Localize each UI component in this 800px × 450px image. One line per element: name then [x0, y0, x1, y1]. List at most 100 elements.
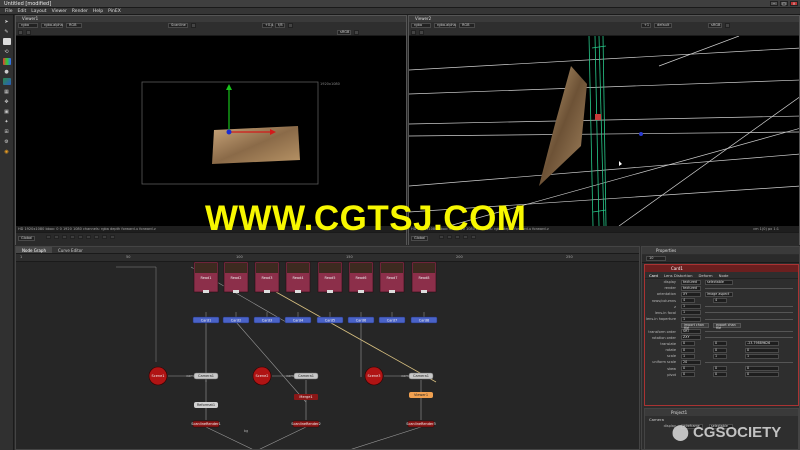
- property-value-field[interactable]: 1: [681, 316, 701, 322]
- viewer-tool-1[interactable]: [18, 30, 23, 35]
- read-node-thumbnail[interactable]: [350, 263, 372, 273]
- property-slider[interactable]: [705, 361, 793, 363]
- property-value-field[interactable]: 0: [745, 347, 779, 353]
- viewer-lock-icon[interactable]: [288, 23, 293, 28]
- property-value-field[interactable]: textured: [681, 279, 701, 285]
- read-node-output-dot[interactable]: [327, 290, 333, 293]
- read-node-output-dot[interactable]: [233, 290, 239, 293]
- property-slider[interactable]: [705, 287, 793, 289]
- play-back-button[interactable]: [70, 235, 75, 239]
- node-graph-canvas[interactable]: Read1 Read2 Read3 Read4 Read5 Read6 Read7 Read8…: [16, 261, 639, 450]
- read-node-thumbnail[interactable]: [413, 263, 435, 273]
- property-value-field[interactable]: 0: [745, 366, 779, 372]
- node-icon[interactable]: ⊞: [3, 128, 11, 135]
- property-value-field[interactable]: 20: [681, 359, 701, 365]
- menu-render[interactable]: Render: [72, 9, 88, 14]
- property-value-field[interactable]: ZXY: [681, 335, 701, 341]
- move-icon[interactable]: ✥: [3, 98, 11, 105]
- read-node-thumbnail[interactable]: [287, 263, 309, 273]
- property-value-field[interactable]: 1: [681, 353, 695, 359]
- property-value-field[interactable]: -23.79889626: [745, 341, 779, 347]
- channel-select[interactable]: rgba: [18, 23, 38, 28]
- viewer-2-tool-1[interactable]: [411, 30, 416, 35]
- play-button[interactable]: [86, 235, 91, 239]
- light-icon[interactable]: ✦: [3, 118, 11, 125]
- gamma-select[interactable]: sRGB: [337, 30, 351, 35]
- property-value-field[interactable]: textured: [681, 285, 701, 291]
- property-value-field[interactable]: 1: [681, 310, 701, 316]
- tab-card[interactable]: Card: [649, 272, 658, 278]
- property-value-field[interactable]: 1: [681, 304, 701, 310]
- next-frame-button[interactable]: [94, 235, 99, 239]
- global-range-select[interactable]: Global: [18, 236, 36, 241]
- project-name-field[interactable]: Project1: [645, 409, 798, 416]
- menu-layout[interactable]: Layout: [31, 9, 46, 14]
- viewer-2-tool-2[interactable]: [419, 30, 424, 35]
- read-node-thumbnail[interactable]: [319, 263, 341, 273]
- last-frame-button[interactable]: [110, 235, 115, 239]
- colorspace-select-2[interactable]: RGB: [459, 23, 475, 28]
- fstop-field[interactable]: f/8: [275, 23, 285, 28]
- grid-icon[interactable]: ▦: [3, 88, 11, 95]
- property-checkbox[interactable]: selectable: [705, 279, 733, 285]
- tab-node[interactable]: Node: [719, 272, 729, 278]
- graph-edge[interactable]: [235, 321, 307, 403]
- gain-field[interactable]: +0.4: [262, 23, 274, 28]
- property-slider[interactable]: [705, 337, 793, 339]
- read-node-thumbnail[interactable]: [256, 263, 278, 273]
- menu-file[interactable]: File: [5, 9, 13, 14]
- property-value-field[interactable]: 0: [681, 347, 695, 353]
- gradient-icon[interactable]: [2, 78, 11, 85]
- graph-edge[interactable]: [346, 426, 422, 450]
- graph-edge[interactable]: [256, 426, 307, 450]
- property-value-field[interactable]: 0: [713, 366, 727, 372]
- graph-edge[interactable]: [275, 291, 437, 383]
- export-chan-button[interactable]: export chan file: [713, 322, 741, 329]
- gamma-select-2[interactable]: sRGB: [708, 23, 722, 28]
- properties-count-field[interactable]: 10: [646, 256, 666, 261]
- read-node-thumbnail[interactable]: [225, 263, 247, 273]
- property-slider[interactable]: [705, 306, 793, 308]
- tab-deform[interactable]: Deform: [698, 272, 712, 278]
- tab-lens-distortion[interactable]: Lens Distortion: [664, 272, 693, 278]
- colorspace-select[interactable]: RGB: [66, 23, 82, 28]
- import-chan-button[interactable]: import chan file: [681, 322, 709, 329]
- transform-icon[interactable]: ⟲: [3, 48, 11, 55]
- property-slider[interactable]: [705, 318, 793, 320]
- next-key-button[interactable]: [102, 235, 107, 239]
- maximize-button[interactable]: □: [780, 1, 788, 6]
- viewer-1-canvas[interactable]: 1920x1080: [16, 36, 406, 226]
- tab-curve-editor[interactable]: Curve Editor: [52, 247, 89, 253]
- render-mode-select[interactable]: Scanline: [168, 23, 188, 28]
- property-value-field[interactable]: 4: [713, 298, 727, 304]
- viewer-2-canvas[interactable]: [409, 36, 799, 226]
- menu-help[interactable]: Help: [93, 9, 103, 14]
- tab-node-graph[interactable]: Node Graph: [16, 247, 52, 253]
- property-value-field[interactable]: 0: [681, 366, 695, 372]
- viewer-2-lock-icon[interactable]: [725, 23, 730, 28]
- property-value-field[interactable]: 1: [713, 353, 727, 359]
- viewer-tool-3[interactable]: [354, 30, 359, 35]
- read-node-output-dot[interactable]: [358, 290, 364, 293]
- property-value-field[interactable]: 0: [681, 341, 695, 347]
- channel-select-2[interactable]: rgba: [411, 23, 431, 28]
- settings-icon[interactable]: ⚙: [3, 138, 11, 145]
- read-node-thumbnail[interactable]: [195, 263, 217, 273]
- property-value-field[interactable]: 0: [713, 341, 727, 347]
- render-icon[interactable]: ◉: [3, 148, 11, 155]
- minimize-button[interactable]: –: [770, 1, 778, 6]
- property-value-field[interactable]: 4: [681, 298, 695, 304]
- camera-icon[interactable]: ▣: [3, 108, 11, 115]
- property-value-field[interactable]: XY: [681, 291, 701, 297]
- viewer-tool-2[interactable]: [26, 30, 31, 35]
- property-value-field[interactable]: 1: [745, 353, 779, 359]
- alpha-select-2[interactable]: rgba.alpha: [434, 23, 456, 28]
- brush-icon[interactable]: ✎: [3, 28, 11, 35]
- close-button[interactable]: ×: [790, 1, 798, 6]
- property-slider[interactable]: [705, 331, 793, 332]
- property-value-field[interactable]: 0: [745, 372, 779, 378]
- menu-edit[interactable]: Edit: [18, 9, 27, 14]
- eraser-icon[interactable]: [2, 38, 11, 45]
- read-node-output-dot[interactable]: [389, 290, 395, 293]
- read-node-output-dot[interactable]: [421, 290, 427, 293]
